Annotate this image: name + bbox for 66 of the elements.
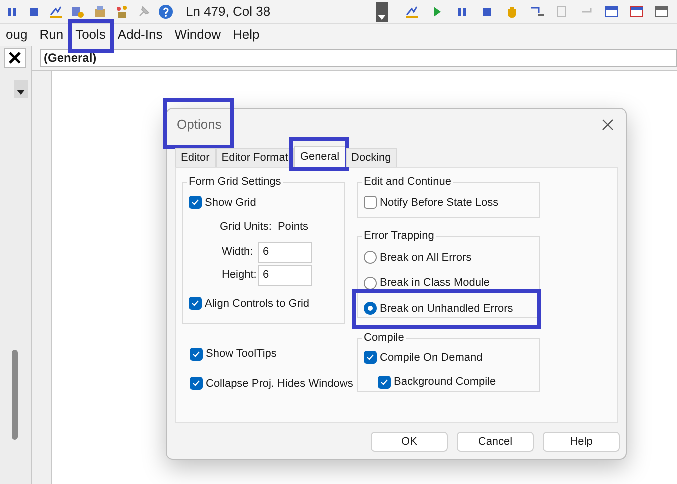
toolbox-icon[interactable] (114, 4, 130, 20)
menu-item[interactable]: Run (40, 27, 64, 42)
radio-label: Break in Class Module (380, 276, 490, 291)
units-value: Points (278, 220, 309, 235)
dialog-title: Options (177, 117, 222, 132)
number-field[interactable]: 6 (258, 242, 312, 262)
dialog-button[interactable]: Cancel (457, 432, 534, 452)
checkbox[interactable] (189, 297, 202, 310)
help-icon[interactable] (158, 4, 174, 20)
caret-icon (378, 14, 386, 20)
scrollbar-thumb[interactable] (12, 350, 18, 440)
radio-button[interactable] (364, 276, 377, 290)
checkbox[interactable] (189, 196, 202, 210)
checkmark-icon (191, 299, 200, 308)
menu-item[interactable]: Tools (76, 27, 106, 42)
field-label: Width: (222, 244, 254, 260)
menu-item[interactable]: Window (174, 27, 221, 42)
caret-icon (17, 90, 25, 96)
close-icon (8, 51, 22, 65)
radio-button[interactable] (364, 302, 377, 316)
cursor-position: Ln 479, Col 38 (186, 2, 272, 21)
checkmark-icon (380, 378, 389, 387)
menu-item[interactable]: oug (6, 27, 28, 42)
field-label: Height: (222, 268, 258, 283)
radio-label: Break on All Errors (380, 250, 472, 266)
tab[interactable]: Editor (175, 148, 216, 167)
number-field[interactable]: 6 (258, 264, 312, 286)
tab[interactable]: General (294, 146, 346, 168)
object-dropdown[interactable]: (General) (40, 49, 677, 67)
checkbox-label: Notify Before State Loss (380, 196, 499, 210)
checkbox-label: Show ToolTips (206, 347, 277, 362)
field-label: Grid Units: (220, 220, 272, 235)
window-icon[interactable] (654, 4, 670, 20)
tab[interactable]: Editor Format (216, 148, 294, 167)
checkbox[interactable] (364, 196, 377, 210)
checkmark-icon (192, 379, 201, 388)
checkbox-label: Align Controls to Grid (205, 296, 310, 312)
properties-icon[interactable] (92, 4, 108, 20)
checkmark-icon (191, 198, 200, 208)
menu-item[interactable]: Help (232, 27, 260, 42)
close-button[interactable] (4, 48, 26, 68)
checkmark-icon (366, 353, 375, 362)
checkmark-icon (192, 350, 201, 359)
radio-label: Break on Unhandled Errors (380, 302, 514, 316)
group-title: Edit and Continue (363, 175, 452, 190)
group-title: Error Trapping (363, 229, 436, 244)
checkbox-label: Show Grid (205, 196, 256, 210)
window-icon[interactable] (604, 4, 620, 20)
checkbox-label: Background Compile (394, 375, 496, 390)
radio-button[interactable] (364, 251, 377, 264)
dialog-button[interactable]: OK (371, 432, 448, 452)
toolbar-overflow-button[interactable] (376, 2, 388, 22)
window-icon[interactable] (629, 4, 645, 20)
checkbox-label: Collapse Proj. Hides Windows (206, 376, 354, 392)
checkbox-label: Compile On Demand (380, 350, 483, 366)
dropdown-button[interactable] (14, 80, 28, 98)
tab[interactable]: Docking (346, 148, 398, 167)
checkbox[interactable] (190, 377, 203, 390)
checkbox[interactable] (378, 376, 391, 389)
close-button[interactable] (600, 117, 616, 133)
checkbox[interactable] (190, 348, 203, 361)
group-title: Form Grid Settings (188, 175, 282, 190)
checkbox[interactable] (364, 351, 377, 364)
dialog-button[interactable]: Help (543, 432, 620, 452)
group-title: Compile (363, 331, 406, 346)
menu-item[interactable]: Add-Ins (118, 27, 163, 42)
